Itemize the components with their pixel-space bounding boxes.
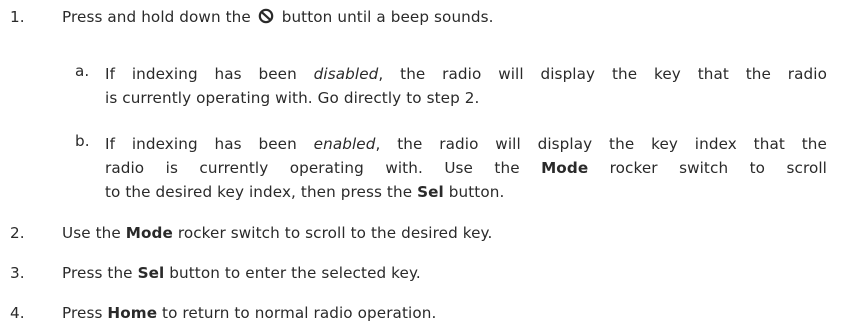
substep-letter: a. bbox=[75, 62, 90, 80]
step-number: 1. bbox=[10, 8, 25, 26]
step-number: 2. bbox=[10, 224, 25, 242]
substep-a: a. If indexing has been disabled, the ra… bbox=[0, 62, 849, 110]
step-1: 1. Press and hold down the button until … bbox=[0, 8, 849, 32]
substep-letter: b. bbox=[75, 132, 90, 150]
step-text: Press the Sel button to enter the select… bbox=[62, 264, 421, 282]
substep-b: b. If indexing has been enabled, the rad… bbox=[0, 132, 849, 204]
step-2: 2. Use the Mode rocker switch to scroll … bbox=[0, 224, 849, 248]
step-4: 4. Press Home to return to normal radio … bbox=[0, 304, 849, 328]
substep-text: If indexing has been disabled, the radio… bbox=[105, 65, 827, 107]
power-off-circle-slash-icon bbox=[258, 8, 274, 24]
step-number: 4. bbox=[10, 304, 25, 322]
instruction-page: 1. Press and hold down the button until … bbox=[0, 0, 849, 335]
step-text: Use the Mode rocker switch to scroll to … bbox=[62, 224, 493, 242]
step-text: Press Home to return to normal radio ope… bbox=[62, 304, 437, 322]
step-text: Press and hold down the button until a b… bbox=[62, 8, 494, 26]
step-number: 3. bbox=[10, 264, 25, 282]
substep-text: If indexing has been enabled, the radio … bbox=[105, 135, 827, 201]
step-3: 3. Press the Sel button to enter the sel… bbox=[0, 264, 849, 288]
